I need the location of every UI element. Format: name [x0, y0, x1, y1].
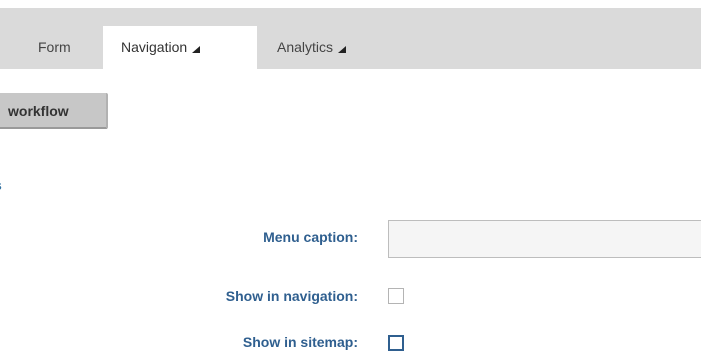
dropdown-triangle-icon	[338, 46, 347, 53]
dropdown-triangle-icon	[192, 46, 201, 53]
section-heading: s	[0, 177, 2, 193]
menu-caption-input[interactable]	[388, 220, 701, 258]
menu-caption-label: Menu caption:	[263, 229, 358, 245]
show-in-sitemap-label: Show in sitemap:	[242, 334, 358, 350]
show-in-sitemap-checkbox[interactable]	[388, 335, 404, 351]
tab-navigation-label: Navigation	[121, 39, 188, 55]
tab-analytics-label: Analytics	[277, 39, 334, 55]
show-in-navigation-checkbox[interactable]	[388, 288, 404, 304]
tab-navigation[interactable]: Navigation	[103, 26, 257, 69]
tab-form[interactable]: Form	[38, 26, 71, 69]
tab-form-label: Form	[38, 39, 71, 55]
workflow-button[interactable]: workflow	[0, 93, 108, 129]
page: Form Navigation Analytics workflow s Men…	[0, 0, 701, 359]
tab-analytics[interactable]: Analytics	[277, 26, 347, 69]
show-in-navigation-label: Show in navigation:	[225, 288, 358, 304]
tab-bar: Form Navigation Analytics	[0, 8, 701, 69]
